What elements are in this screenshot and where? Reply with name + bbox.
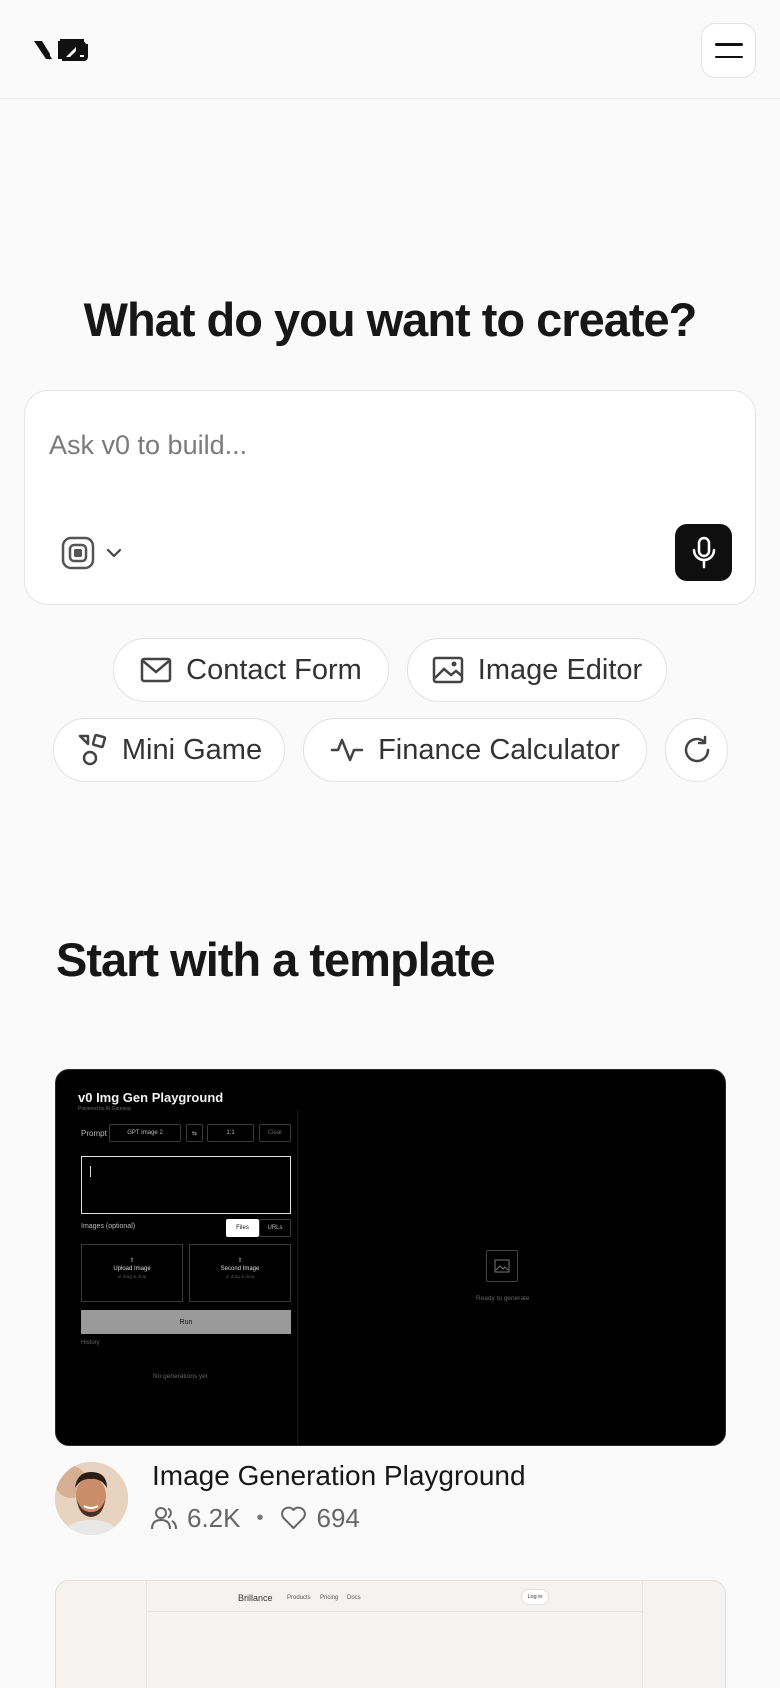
preview-model-select: GPT Image 2 bbox=[109, 1124, 181, 1142]
preview-caret bbox=[90, 1166, 91, 1177]
preview-clear-button: Clear bbox=[259, 1124, 291, 1142]
microphone-icon bbox=[692, 536, 715, 568]
preview-login-button: Log in bbox=[522, 1590, 548, 1604]
template-card-preview[interactable]: Brillance Products Pricing Docs Log in bbox=[55, 1580, 726, 1688]
suggestion-mini-game[interactable]: Mini Game bbox=[53, 718, 285, 782]
preview-nav-link: Products bbox=[287, 1595, 311, 1601]
chevron-down-icon bbox=[106, 548, 122, 558]
preview-title: v0 Img Gen Playground bbox=[78, 1090, 224, 1105]
preview-nav-link: Docs bbox=[347, 1595, 361, 1601]
avatar[interactable] bbox=[55, 1462, 128, 1535]
preview-upload-1: ⇧ Upload Image or drag & drop bbox=[81, 1244, 183, 1302]
preview-run-button: Run bbox=[81, 1310, 291, 1334]
suggestion-label: Image Editor bbox=[477, 653, 643, 686]
preview-brand: Brillance bbox=[238, 1593, 273, 1603]
template-card-preview[interactable]: v0 Img Gen Playground Powered by AI Gate… bbox=[55, 1069, 726, 1446]
shapes-icon bbox=[78, 733, 107, 766]
preview-subtitle: Powered by AI Gateway bbox=[78, 1106, 132, 1112]
preview-upload-2: ⇧ Second Image or drag & drop bbox=[189, 1244, 291, 1302]
suggestion-label: Finance Calculator bbox=[378, 733, 620, 766]
preview-tab-files: Files bbox=[226, 1219, 259, 1237]
template-card-stats: 6.2K • 694 bbox=[151, 1500, 360, 1536]
suggestion-label: Mini Game bbox=[121, 733, 263, 766]
heart-icon[interactable] bbox=[280, 1506, 307, 1530]
hamburger-icon bbox=[714, 43, 743, 46]
preview-ratio-select: 1:1 bbox=[207, 1124, 254, 1142]
likes-count: 694 bbox=[316, 1502, 360, 1533]
top-header bbox=[0, 0, 780, 99]
microphone-button[interactable] bbox=[675, 524, 732, 581]
image-icon bbox=[432, 656, 464, 684]
users-icon bbox=[151, 1507, 177, 1530]
templates-section-title: Start with a template bbox=[56, 933, 496, 986]
prompt-box bbox=[24, 390, 756, 605]
hero-title: What do you want to create? bbox=[83, 293, 698, 346]
preview-nav-link: Pricing bbox=[320, 1595, 339, 1601]
v0-logo[interactable] bbox=[32, 36, 90, 64]
preview-ready-text: Ready to generate bbox=[476, 1295, 530, 1302]
preview-image-placeholder-icon bbox=[486, 1250, 518, 1282]
activity-icon bbox=[330, 738, 364, 762]
preview-history-label: History bbox=[81, 1340, 100, 1346]
suggestion-contact-form[interactable]: Contact Form bbox=[113, 638, 389, 702]
prompt-input[interactable] bbox=[49, 415, 729, 475]
preview-empty-state: No generations yet bbox=[153, 1373, 208, 1380]
preview-swap-button: ⇆ bbox=[186, 1124, 203, 1142]
upload-icon: ⇧ bbox=[237, 1258, 243, 1264]
menu-button[interactable] bbox=[701, 23, 756, 78]
suggestion-image-editor[interactable]: Image Editor bbox=[407, 638, 667, 702]
upload-icon: ⇧ bbox=[129, 1258, 135, 1264]
model-selector-icon bbox=[61, 536, 95, 570]
mail-icon bbox=[140, 657, 172, 683]
preview-images-label: Images (optional) bbox=[81, 1223, 136, 1230]
suggestion-finance-calculator[interactable]: Finance Calculator bbox=[303, 718, 647, 782]
stats-separator: • bbox=[256, 1506, 264, 1529]
template-card-title[interactable]: Image Generation Playground bbox=[152, 1460, 526, 1492]
preview-prompt-label: Prompt bbox=[81, 1129, 107, 1138]
preview-divider bbox=[297, 1110, 298, 1445]
preview-prompt-textarea bbox=[81, 1156, 291, 1214]
users-count: 6.2K bbox=[187, 1502, 241, 1533]
preview-tab-urls: URLs bbox=[259, 1219, 291, 1237]
suggestion-label: Contact Form bbox=[186, 653, 362, 686]
refresh-icon bbox=[684, 735, 709, 763]
model-selector[interactable] bbox=[61, 531, 137, 575]
refresh-suggestions-button[interactable] bbox=[665, 718, 728, 782]
